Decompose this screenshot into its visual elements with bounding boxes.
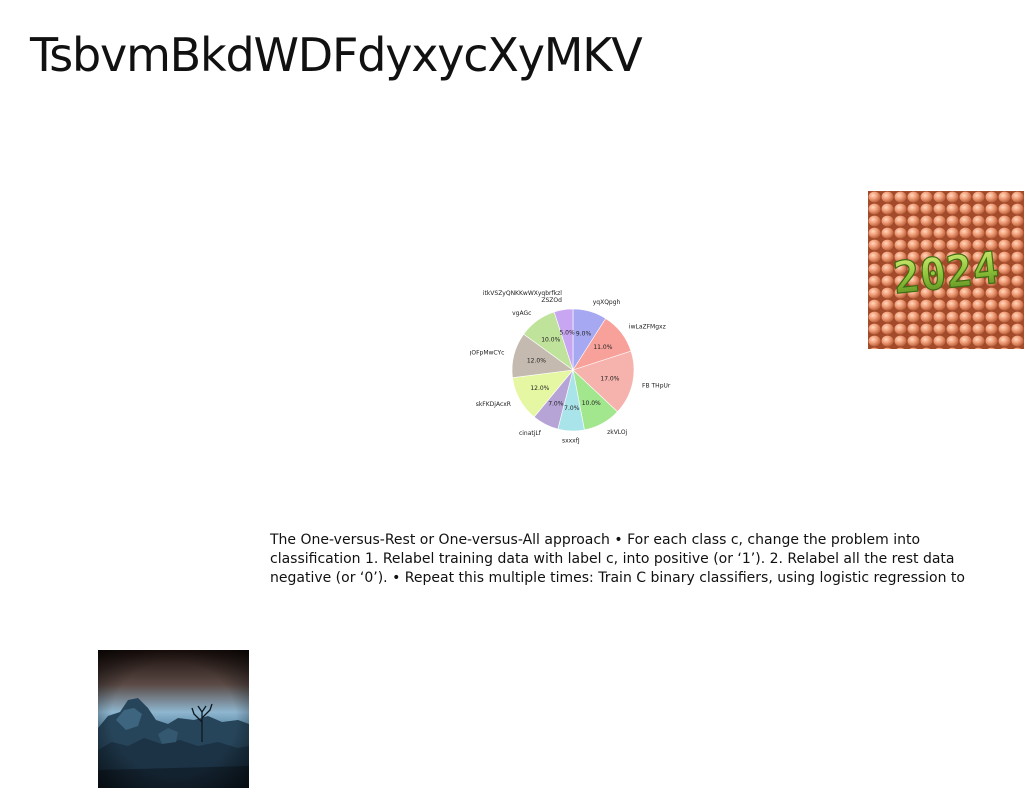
pie-value-label: 12.0%: [527, 358, 546, 365]
pie-chart: 9.0% yqXQpgh 11.0% iwLaZFMgxz 17.0% FB THpUr 1…: [464, 270, 680, 460]
pie-category-label: FB THpUr: [642, 382, 671, 389]
desert-night-photo: [98, 650, 249, 788]
desert-night-image: [98, 650, 249, 788]
pie-value-label: 7.0%: [564, 405, 580, 412]
pie-category-label: skFKDjAcxR: [476, 401, 511, 408]
pie-category-label: zkVLOj: [607, 429, 628, 436]
beads-2024-photo: 2024: [868, 191, 1024, 349]
pie-chart-svg: 9.0% yqXQpgh 11.0% iwLaZFMgxz 17.0% FB THpUr 1…: [464, 290, 671, 445]
pie-value-label: 10.0%: [541, 336, 560, 343]
beads-2024-image: 2024: [868, 191, 1024, 349]
pie-category-label: itkVSZyQNKKwWXyqbrfkzl ZSZOd: [483, 290, 562, 304]
pie-category-label: egOFpMwCYc: [470, 349, 504, 356]
pie-value-label: 7.0%: [548, 401, 564, 408]
pie-category-label: iwLaZFMgxz: [629, 324, 666, 331]
pie-value-label: 12.0%: [530, 385, 549, 392]
pie-value-label: 10.0%: [582, 400, 601, 407]
pie-category-label: vgAGc: [512, 310, 531, 317]
pie-value-label: 5.0%: [559, 330, 575, 337]
pie-category-label: sxxxfJ: [562, 438, 580, 445]
slide-title: TsbvmBkdWDFdyxycXyMKV: [30, 28, 643, 82]
pie-value-label: 11.0%: [593, 344, 612, 351]
pie-value-label: 9.0%: [576, 331, 592, 338]
pie-category-label: yqXQpgh: [593, 299, 621, 306]
pie-value-label: 17.0%: [600, 375, 619, 382]
body-text: The One-versus-Rest or One-versus-All ap…: [270, 532, 965, 586]
pie-category-label: cinatjLf: [519, 430, 542, 437]
